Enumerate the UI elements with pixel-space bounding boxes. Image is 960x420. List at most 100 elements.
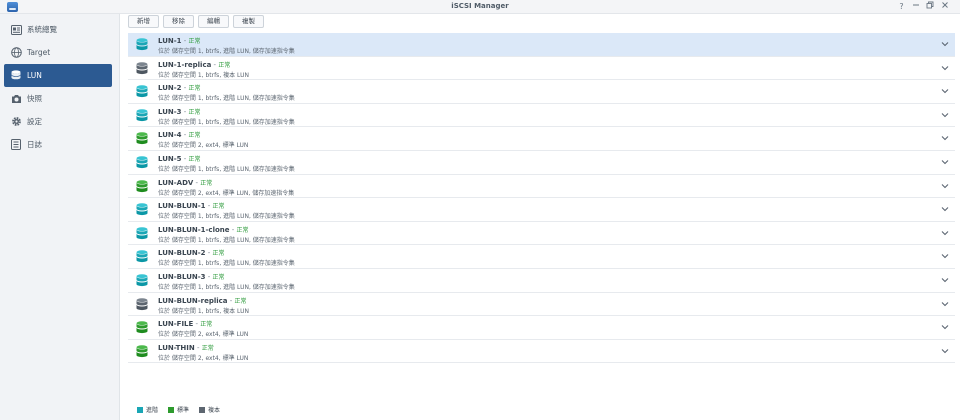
lun-name: LUN-5 [158,154,182,163]
lun-description: 位於 儲存空間 2, ext4, 標準 LUN [158,354,249,362]
chevron-down-icon[interactable] [941,41,949,47]
lun-row-lun-3[interactable]: LUN-3 - 正常 位於 儲存空間 1, btrfs, 進階 LUN, 儲存加… [128,104,955,128]
chevron-down-icon[interactable] [941,206,949,212]
lun-row-lun-blun-3[interactable]: LUN-BLUN-3 - 正常 位於 儲存空間 1, btrfs, 進階 LUN… [128,269,955,293]
chevron-down-icon[interactable] [941,159,949,165]
lun-name-line: LUN-BLUN-1 - 正常 [158,201,225,210]
log-icon [10,139,22,151]
lun-name: LUN-BLUN-3 [158,272,206,281]
lun-row-lun-5[interactable]: LUN-5 - 正常 位於 儲存空間 1, btrfs, 進階 LUN, 儲存加… [128,151,955,175]
lun-row-lun-blun-replica[interactable]: LUN-BLUN-replica - 正常 位於 儲存空間 1, btrfs, … [128,293,955,317]
lun-name-line: LUN-THIN - 正常 [158,343,214,352]
sidebar-item-label: 系統總覽 [27,25,57,34]
lun-name: LUN-ADV [158,178,194,187]
chevron-down-icon[interactable] [941,183,949,189]
lun-name-line: LUN-4 - 正常 [158,130,201,139]
lun-description: 位於 儲存空間 1, btrfs, 進階 LUN, 儲存加速指令集 [158,283,295,291]
chevron-down-icon[interactable] [941,88,949,94]
chevron-down-icon[interactable] [941,348,949,354]
lun-row-lun-blun-2[interactable]: LUN-BLUN-2 - 正常 位於 儲存空間 1, btrfs, 進階 LUN… [128,245,955,269]
lun-name: LUN-2 [158,84,182,93]
lun-replica-icon [136,61,148,75]
lun-separator: - [181,84,189,93]
lun-row-lun-2[interactable]: LUN-2 - 正常 位於 儲存空間 1, btrfs, 進階 LUN, 儲存加… [128,80,955,104]
lun-separator: - [205,249,213,258]
chevron-down-icon[interactable] [941,301,949,307]
remove-button[interactable]: 移除 [163,15,194,28]
lun-separator: - [181,37,189,45]
gear-icon [10,116,22,128]
lun-description: 位於 儲存空間 2, ext4, 標準 LUN [158,142,249,150]
legend-label: 標準 [177,407,190,414]
lun-status: 正常 [188,108,201,116]
legend: 進階 標準 複本 [137,405,220,414]
create-button[interactable]: 新增 [128,15,159,28]
lun-status: 正常 [212,250,225,258]
lun-name-line: LUN-2 - 正常 [158,83,201,92]
lun-separator: - [181,154,189,163]
chevron-down-icon[interactable] [941,65,949,71]
lun-row-lun-1[interactable]: LUN-1 - 正常 位於 儲存空間 1, btrfs, 進階 LUN, 儲存加… [128,33,955,57]
lun-description: 位於 儲存空間 1, btrfs, 進階 LUN, 儲存加速指令集 [158,165,295,173]
lun-separator: - [181,131,189,140]
lun-description: 位於 儲存空間 1, btrfs, 進階 LUN, 儲存加速指令集 [158,213,295,221]
database-icon [10,70,22,82]
chevron-down-icon[interactable] [941,253,949,259]
lun-row-lun-adv[interactable]: LUN-ADV - 正常 位於 儲存空間 2, ext4, 標準 LUN, 儲存… [128,175,955,199]
restore-icon[interactable] [924,1,935,12]
legend-swatch [199,406,206,413]
lun-description: 位於 儲存空間 2, ext4, 標準 LUN [158,331,249,339]
sidebar-item-target[interactable]: Target [4,41,112,64]
chevron-down-icon[interactable] [941,230,949,236]
lun-row-lun-1-replica[interactable]: LUN-1-replica - 正常 位於 儲存空間 1, btrfs, 複本 … [128,57,955,81]
globe-icon [10,47,22,59]
lun-status: 正常 [188,132,201,140]
lun-name: LUN-BLUN-1 [158,202,206,211]
sidebar-item-settings[interactable]: 設定 [4,110,112,133]
lun-row-lun-blun-1-clone[interactable]: LUN-BLUN-1-clone - 正常 位於 儲存空間 1, btrfs, … [128,222,955,246]
chevron-down-icon[interactable] [941,324,949,330]
sidebar-item-lun[interactable]: LUN [4,64,112,87]
lun-row-lun-blun-1[interactable]: LUN-BLUN-1 - 正常 位於 儲存空間 1, btrfs, 進階 LUN… [128,198,955,222]
lun-description: 位於 儲存空間 1, btrfs, 複本 LUN [158,307,249,315]
close-icon[interactable] [939,1,950,12]
lun-name-line: LUN-BLUN-replica - 正常 [158,296,247,305]
lun-list: LUN-1 - 正常 位於 儲存空間 1, btrfs, 進階 LUN, 儲存加… [128,33,955,364]
lun-standard-icon [136,132,148,145]
legend-swatch [168,406,175,413]
sidebar-item-overview[interactable]: 系統總覽 [4,18,112,41]
sidebar-item-snapshot[interactable]: 快照 [4,87,112,110]
overview-icon [10,24,22,36]
lun-name-line: LUN-FILE - 正常 [158,319,212,328]
chevron-down-icon[interactable] [941,135,949,141]
lun-description: 位於 儲存空間 1, btrfs, 進階 LUN, 儲存加速指令集 [158,260,295,268]
lun-row-lun-4[interactable]: LUN-4 - 正常 位於 儲存空間 2, ext4, 標準 LUN [128,127,955,151]
lun-description: 位於 儲存空間 1, btrfs, 進階 LUN, 儲存加速指令集 [158,118,295,126]
lun-name: LUN-4 [158,131,182,140]
lun-separator: - [205,202,213,211]
sidebar-item-log[interactable]: 日誌 [4,133,112,156]
lun-advanced-icon [136,250,148,263]
lun-status: 正常 [218,61,231,69]
edit-button[interactable]: 編輯 [198,15,229,28]
lun-status: 正常 [200,179,213,187]
lun-name: LUN-1-replica [158,60,212,69]
lun-separator: - [181,107,189,116]
lun-name: LUN-BLUN-replica [158,296,228,305]
toolbar: 新增 移除 編輯 複製 [128,14,264,30]
lun-advanced-icon [136,85,148,98]
minimize-icon[interactable] [910,1,921,12]
lun-standard-icon [136,345,148,358]
clone-button[interactable]: 複製 [233,15,264,28]
lun-standard-icon [136,179,148,193]
help-icon[interactable]: ? [896,1,907,12]
lun-name: LUN-BLUN-1-clone [158,225,230,234]
sidebar-item-label: Target [27,48,51,57]
lun-status: 正常 [188,155,201,163]
lun-name: LUN-1 [158,37,182,45]
lun-row-lun-file[interactable]: LUN-FILE - 正常 位於 儲存空間 2, ext4, 標準 LUN [128,316,955,340]
lun-replica-icon [136,297,148,311]
chevron-down-icon[interactable] [941,112,949,118]
lun-row-lun-thin[interactable]: LUN-THIN - 正常 位於 儲存空間 2, ext4, 標準 LUN [128,340,955,364]
chevron-down-icon[interactable] [941,277,949,283]
